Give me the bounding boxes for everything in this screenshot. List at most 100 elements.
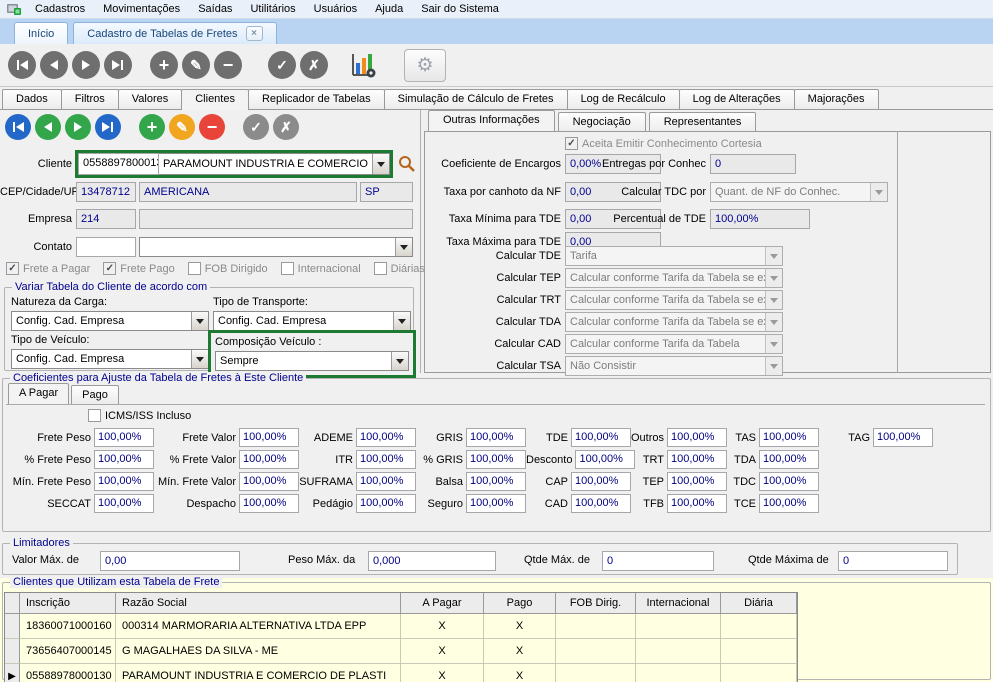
first-record-button[interactable]	[8, 51, 36, 79]
module-tab[interactable]: Log de Alterações	[679, 89, 795, 109]
cliente-code-input[interactable]: 05588978000130	[78, 153, 159, 175]
coef-input[interactable]: 100,00%	[571, 428, 631, 447]
table-row[interactable]: 05588978000130 PARAMOUNT INDUSTRIA E COM…	[5, 664, 797, 682]
qtde-max-input[interactable]: 0	[602, 551, 714, 571]
calc-tsa-combo[interactable]: Não Consistir	[565, 356, 783, 376]
checkbox[interactable]	[374, 262, 387, 275]
coef-input[interactable]: 100,00%	[94, 428, 154, 447]
coef-tab[interactable]: A Pagar	[8, 383, 69, 404]
chevron-down-icon[interactable]	[191, 350, 208, 368]
coef-input[interactable]: 100,00%	[667, 428, 727, 447]
col-razao-social[interactable]: Razão Social	[116, 593, 401, 614]
chevron-down-icon[interactable]	[191, 312, 208, 330]
info-tab[interactable]: Negociação	[558, 112, 646, 132]
module-tab[interactable]: Log de Recálculo	[567, 89, 680, 109]
coef-input[interactable]: 100,00%	[239, 494, 299, 513]
module-tab[interactable]: Replicador de Tabelas	[248, 89, 385, 109]
add-button[interactable]: +	[150, 51, 178, 79]
checkbox[interactable]	[6, 262, 19, 275]
tipo-transporte-combo[interactable]: Config. Cad. Empresa	[213, 311, 411, 331]
coef-input[interactable]: 100,00%	[239, 428, 299, 447]
info-tab[interactable]: Outras Informações	[428, 110, 555, 132]
coef-input[interactable]: 100,00%	[571, 494, 631, 513]
checkbox[interactable]	[103, 262, 116, 275]
coef-input[interactable]: 100,00%	[759, 450, 819, 469]
calc-cad-combo[interactable]: Calcular conforme Tarifa da Tabela	[565, 334, 783, 354]
tab-cadastro-tabelas-fretes[interactable]: Cadastro de Tabelas de Fretes ×	[73, 22, 276, 44]
module-tab[interactable]: Dados	[2, 89, 62, 109]
coef-input[interactable]: 100,00%	[571, 472, 631, 491]
coef-input[interactable]: 100,00%	[759, 494, 819, 513]
col-a-pagar[interactable]: A Pagar	[401, 593, 484, 614]
coef-input[interactable]: 100,00%	[667, 472, 727, 491]
coef-input[interactable]: 100,00%	[759, 472, 819, 491]
col-fob-dirig[interactable]: FOB Dirig.	[556, 593, 636, 614]
prev-client-button[interactable]	[35, 114, 61, 140]
first-client-button[interactable]	[5, 114, 31, 140]
module-tab[interactable]: Simulação de Cálculo de Fretes	[384, 89, 568, 109]
coef-input[interactable]: 100,00%	[759, 428, 819, 447]
calc-tde-combo[interactable]: Tarifa	[565, 246, 783, 266]
coef-input[interactable]: 100,00%	[239, 450, 299, 469]
checkbox[interactable]	[88, 409, 101, 422]
delete-button[interactable]: −	[214, 51, 242, 79]
module-tab[interactable]: Valores	[118, 89, 182, 109]
chart-report-button[interactable]	[348, 50, 378, 80]
menu-item[interactable]: Utilitários	[241, 1, 304, 17]
last-client-button[interactable]	[95, 114, 121, 140]
contato-code-input[interactable]	[76, 237, 136, 257]
col-internacional[interactable]: Internacional	[636, 593, 721, 614]
coef-input[interactable]: 100,00%	[356, 450, 416, 469]
cliente-name-combo[interactable]: PARAMOUNT INDUSTRIA E COMERCIO	[159, 153, 390, 175]
calc-trt-combo[interactable]: Calcular conforme Tarifa da Tabela se ex…	[565, 290, 783, 310]
menu-item[interactable]: Saídas	[189, 1, 241, 17]
settings-button[interactable]: ⚙	[404, 49, 446, 82]
coef-input[interactable]: 100,00%	[873, 428, 933, 447]
remove-client-button[interactable]: −	[199, 114, 225, 140]
valor-max-input[interactable]: 0,00	[100, 551, 240, 571]
chevron-down-icon[interactable]	[395, 238, 412, 256]
module-tab[interactable]: Filtros	[61, 89, 119, 109]
table-row[interactable]: 18360071000160 000314 MARMORARIA ALTERNA…	[5, 614, 797, 639]
cancel-button[interactable]: ✗	[300, 51, 328, 79]
info-tab[interactable]: Representantes	[649, 112, 757, 132]
tipo-veiculo-combo[interactable]: Config. Cad. Empresa	[11, 349, 209, 369]
prev-record-button[interactable]	[40, 51, 68, 79]
confirm-button[interactable]: ✓	[268, 51, 296, 79]
next-record-button[interactable]	[72, 51, 100, 79]
peso-max-input[interactable]: 0,000	[368, 551, 496, 571]
coef-input[interactable]: 100,00%	[94, 472, 154, 491]
confirm-client-button[interactable]: ✓	[243, 114, 269, 140]
menu-item[interactable]: Usuários	[305, 1, 366, 17]
table-row[interactable]: 73656407000145 G MAGALHAES DA SILVA - ME…	[5, 639, 797, 664]
coef-input[interactable]: 100,00%	[466, 494, 526, 513]
edit-button[interactable]: ✎	[182, 51, 210, 79]
contato-combo[interactable]	[139, 237, 413, 257]
module-tab[interactable]: Majorações	[794, 89, 879, 109]
qtde-maxima-input[interactable]: 0	[838, 551, 948, 571]
coef-input[interactable]: 100,00%	[356, 428, 416, 447]
coef-input[interactable]: 100,00%	[575, 450, 635, 469]
coef-input[interactable]: 100,00%	[466, 450, 526, 469]
tab-inicio[interactable]: Início	[14, 22, 68, 44]
checkbox[interactable]	[281, 262, 294, 275]
module-tab[interactable]: Clientes	[181, 89, 249, 110]
coef-input[interactable]: 100,00%	[94, 494, 154, 513]
checkbox[interactable]	[188, 262, 201, 275]
edit-client-button[interactable]: ✎	[169, 114, 195, 140]
natureza-carga-combo[interactable]: Config. Cad. Empresa	[11, 311, 209, 331]
coef-input[interactable]: 100,00%	[466, 472, 526, 491]
col-pago[interactable]: Pago	[484, 593, 556, 614]
menu-item[interactable]: Cadastros	[26, 1, 94, 17]
add-client-button[interactable]: +	[139, 114, 165, 140]
coef-input[interactable]: 100,00%	[466, 428, 526, 447]
chevron-down-icon[interactable]	[391, 352, 408, 370]
chevron-down-icon[interactable]	[372, 154, 389, 174]
coef-input[interactable]: 100,00%	[356, 472, 416, 491]
coef-tab[interactable]: Pago	[71, 385, 119, 404]
close-tab-icon[interactable]: ×	[246, 26, 263, 41]
cancel-client-button[interactable]: ✗	[273, 114, 299, 140]
composicao-veiculo-combo[interactable]: Sempre	[215, 351, 409, 371]
search-client-icon[interactable]	[398, 155, 416, 173]
coef-input[interactable]: 100,00%	[667, 494, 727, 513]
